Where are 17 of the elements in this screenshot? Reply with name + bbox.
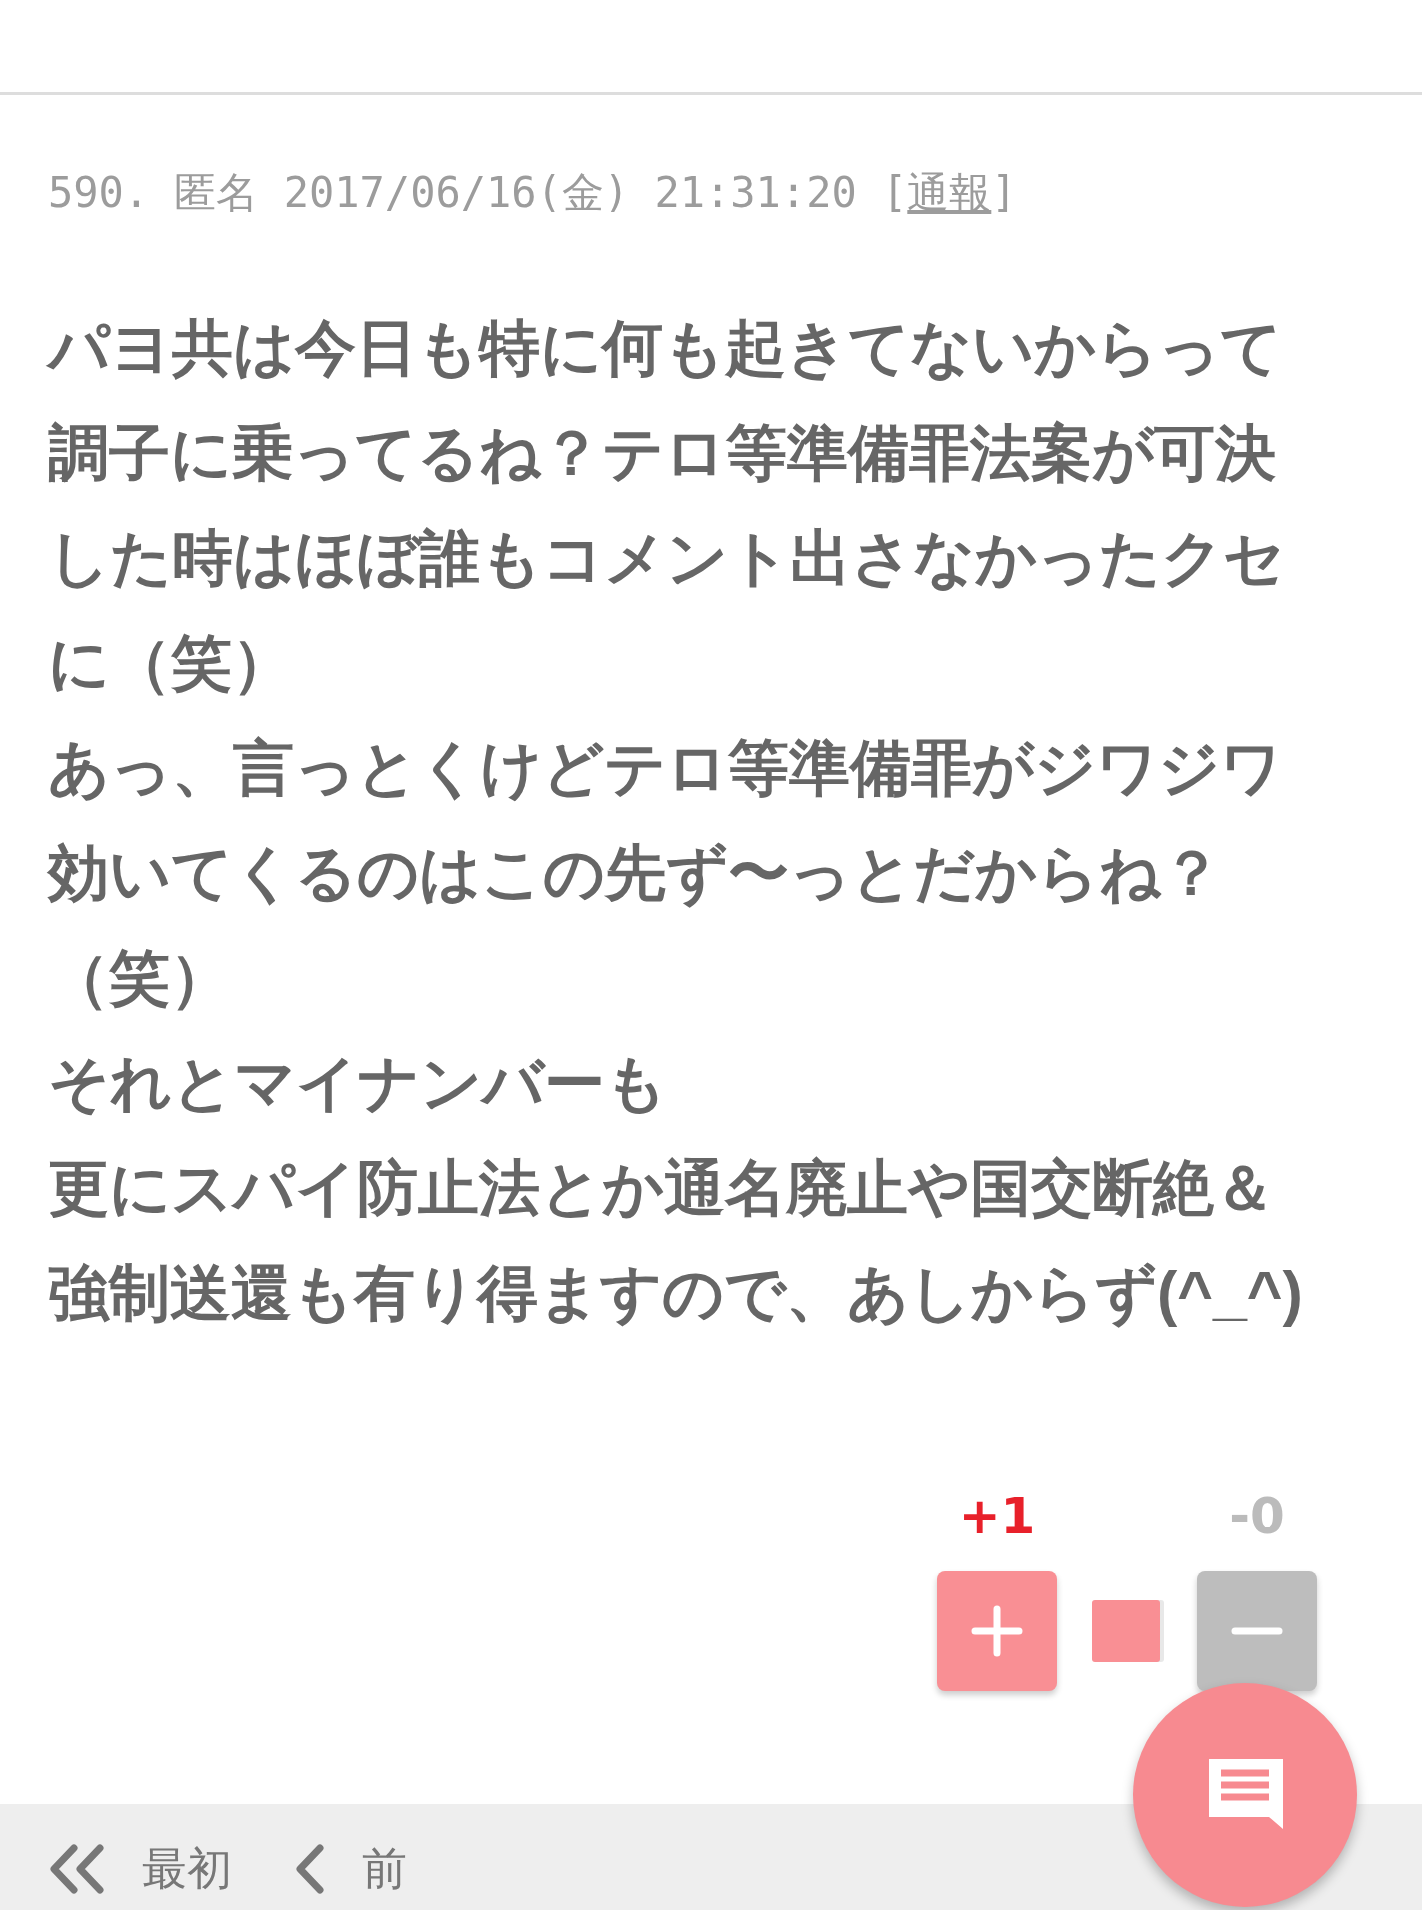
plus-button[interactable] bbox=[937, 1571, 1057, 1691]
minus-icon bbox=[1231, 1627, 1283, 1635]
post-meta: 590. 匿名 2017/06/16(金) 21:31:20 [通報] bbox=[48, 168, 1018, 218]
nav-link[interactable]: 前 bbox=[362, 1839, 407, 1899]
chevron-left-icon[interactable] bbox=[294, 1844, 326, 1894]
plus-count: +1 bbox=[958, 1486, 1036, 1546]
post-paragraph: パヨ共は今日も特に何も起きてないからって調子に乗ってるね？テロ等準備罪法案が可決した時はほぼ誰もコメント出さなかったクセに（笑） bbox=[48, 313, 1286, 699]
nav-link[interactable]: 最初 bbox=[142, 1839, 232, 1899]
post-paragraph: それとマイナンバーも bbox=[48, 1048, 667, 1119]
post-paragraph: 更にスパイ防止法とか通名廃止や国交断絶＆ bbox=[48, 1153, 1275, 1224]
minus-button[interactable] bbox=[1197, 1571, 1317, 1691]
double-chevron-left-icon[interactable] bbox=[48, 1844, 106, 1894]
minus-count: -0 bbox=[1229, 1486, 1285, 1546]
plus-icon bbox=[971, 1605, 1023, 1657]
post-paragraph: あっ、言っとくけどテロ等準備罪がジワジワ効いてくるのはこの先ず〜っとだからね？（笑） bbox=[48, 733, 1283, 1014]
post-paragraph: 強制送還も有り得ますので、あしからず(^_^) bbox=[48, 1258, 1303, 1330]
report-link[interactable]: 通報 bbox=[907, 168, 992, 217]
